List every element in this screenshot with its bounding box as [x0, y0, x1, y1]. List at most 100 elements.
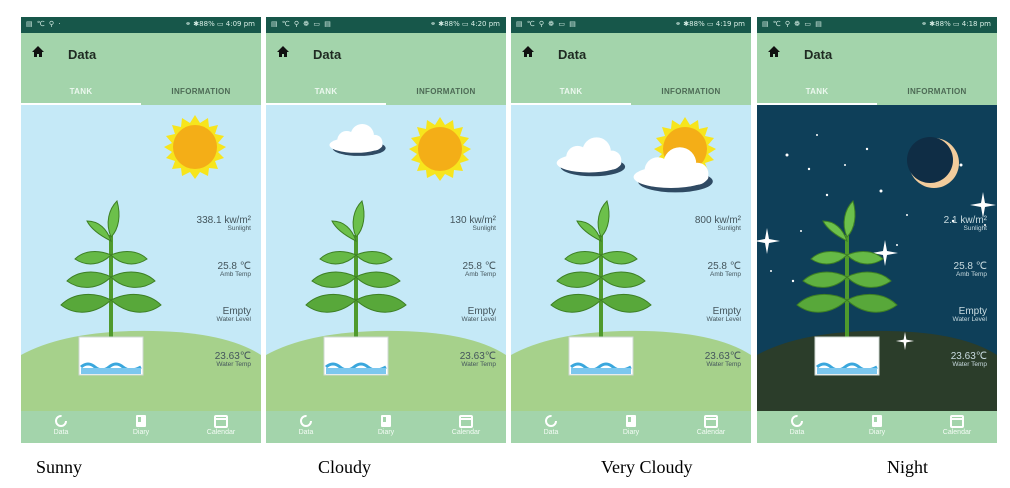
caption-cloudy: Cloudy [318, 457, 372, 477]
nav-data-label: Data [543, 429, 559, 436]
amb-temp-reading: 25.8 ℃ Amb Temp [708, 261, 741, 278]
app-header: Data [266, 33, 506, 85]
nav-calendar[interactable]: Calendar [681, 414, 741, 436]
nav-diary[interactable]: Diary [847, 414, 907, 436]
tank-scene: 800 kw/m² Sunlight 25.8 ℃ Amb Temp Empty… [511, 105, 751, 411]
amb-temp-reading: 25.8 ℃ Amb Temp [218, 261, 251, 278]
home-icon[interactable] [767, 45, 781, 58]
status-icons-left: ▤ ℃ ⚲ · [26, 20, 62, 28]
page-title: Data [558, 47, 587, 62]
tab-tank[interactable]: TANK [511, 85, 631, 105]
book-icon [136, 415, 146, 427]
tab-tank[interactable]: TANK [266, 85, 386, 105]
water-temp-label: Water Temp [952, 361, 987, 368]
nav-calendar-label: Calendar [206, 429, 236, 436]
nav-diary-label: Diary [377, 429, 395, 436]
nav-diary-label: Diary [622, 429, 640, 436]
nav-data-label: Data [53, 429, 69, 436]
app-header: Data [511, 33, 751, 85]
water-level-reading: Empty Water Level [217, 306, 251, 323]
status-icons-right: ⚭ ✱88% ▭ 4:09 pm [185, 20, 255, 28]
amb-temp-reading: 25.8 ℃ Amb Temp [954, 261, 987, 278]
tank-scene: 130 kw/m² Sunlight 25.8 ℃ Amb Temp Empty… [266, 105, 506, 411]
book-icon [381, 415, 391, 427]
tab-information[interactable]: INFORMATION [631, 85, 751, 105]
app-header: Data [757, 33, 997, 85]
bottom-nav: Data Diary Calendar [757, 411, 997, 443]
page-title: Data [68, 47, 97, 62]
water-temp-label: Water Temp [706, 361, 741, 368]
tank-scene: 2.1 kw/m² Sunlight 25.8 ℃ Amb Temp Empty… [757, 105, 997, 411]
data-ring-icon [791, 415, 803, 427]
page-title: Data [313, 47, 342, 62]
nav-diary[interactable]: Diary [356, 414, 416, 436]
home-icon[interactable] [276, 45, 290, 58]
water-level-label: Water Level [461, 316, 496, 323]
amb-temp-label: Amb Temp [956, 271, 987, 278]
caption-very-cloudy: Very Cloudy [601, 457, 693, 477]
sunlight-reading: 130 kw/m² Sunlight [450, 215, 496, 232]
status-icons-right: ⚭ ✱88% ▭ 4:20 pm [430, 20, 500, 28]
tab-information[interactable]: INFORMATION [877, 85, 997, 105]
status-icons-right: ⚭ ✱88% ▭ 4:19 pm [675, 20, 745, 28]
nav-diary[interactable]: Diary [111, 414, 171, 436]
nav-calendar[interactable]: Calendar [927, 414, 987, 436]
nav-diary[interactable]: Diary [601, 414, 661, 436]
calendar-icon [950, 415, 964, 428]
home-icon[interactable] [521, 45, 535, 58]
bottom-nav: Data Diary Calendar [21, 411, 261, 443]
sunlight-label: Sunlight [717, 225, 742, 232]
sunlight-reading: 2.1 kw/m² Sunlight [944, 215, 987, 232]
caption-sunny: Sunny [36, 457, 83, 477]
calendar-icon [214, 415, 228, 428]
phone-screen-cloudy: ▤ ℃ ⚲ ❁ ▭ ▤ ⚭ ✱88% ▭ 4:20 pm Data TANK I… [266, 17, 506, 443]
status-bar: ▤ ℃ ⚲ ❁ ▭ ▤ ⚭ ✱88% ▭ 4:20 pm [266, 17, 506, 33]
nav-data[interactable]: Data [521, 414, 581, 436]
nav-data-label: Data [298, 429, 314, 436]
sunlight-label: Sunlight [472, 225, 497, 232]
nav-calendar-label: Calendar [451, 429, 481, 436]
nav-data-label: Data [789, 429, 805, 436]
tab-bar: TANK INFORMATION [511, 85, 751, 105]
status-bar: ▤ ℃ ⚲ ❁ ▭ ▤ ⚭ ✱88% ▭ 4:18 pm [757, 17, 997, 33]
amb-temp-label: Amb Temp [710, 271, 741, 278]
nav-calendar-label: Calendar [942, 429, 972, 436]
tab-information[interactable]: INFORMATION [386, 85, 506, 105]
status-icons-left: ▤ ℃ ⚲ ❁ ▭ ▤ [271, 20, 332, 28]
nav-calendar[interactable]: Calendar [191, 414, 251, 436]
water-level-reading: Empty Water Level [953, 306, 987, 323]
amb-temp-reading: 25.8 ℃ Amb Temp [463, 261, 496, 278]
data-ring-icon [55, 415, 67, 427]
tab-tank[interactable]: TANK [21, 85, 141, 105]
water-temp-label: Water Temp [461, 361, 496, 368]
bottom-nav: Data Diary Calendar [266, 411, 506, 443]
nav-diary-label: Diary [132, 429, 150, 436]
status-icons-left: ▤ ℃ ⚲ ❁ ▭ ▤ [762, 20, 823, 28]
amb-temp-label: Amb Temp [220, 271, 251, 278]
water-level-label: Water Level [706, 316, 741, 323]
water-temp-reading: 23.63℃ Water Temp [460, 351, 496, 368]
page-title: Data [804, 47, 833, 62]
calendar-icon [704, 415, 718, 428]
phone-screen-night: ▤ ℃ ⚲ ❁ ▭ ▤ ⚭ ✱88% ▭ 4:18 pm Data TANK I… [757, 17, 997, 443]
tab-tank[interactable]: TANK [757, 85, 877, 105]
bottom-nav: Data Diary Calendar [511, 411, 751, 443]
nav-data[interactable]: Data [31, 414, 91, 436]
phone-screen-very-cloudy: ▤ ℃ ⚲ ❁ ▭ ▤ ⚭ ✱88% ▭ 4:19 pm Data TANK I… [511, 17, 751, 443]
nav-data[interactable]: Data [276, 414, 336, 436]
water-level-reading: Empty Water Level [707, 306, 741, 323]
tab-bar: TANK INFORMATION [21, 85, 261, 105]
home-icon[interactable] [31, 45, 45, 58]
tab-information[interactable]: INFORMATION [141, 85, 261, 105]
nav-calendar-label: Calendar [696, 429, 726, 436]
calendar-icon [459, 415, 473, 428]
app-header: Data [21, 33, 261, 85]
water-temp-reading: 23.63℃ Water Temp [215, 351, 251, 368]
status-bar: ▤ ℃ ⚲ ❁ ▭ ▤ ⚭ ✱88% ▭ 4:19 pm [511, 17, 751, 33]
sunlight-label: Sunlight [227, 225, 252, 232]
water-level-label: Water Level [952, 316, 987, 323]
nav-data[interactable]: Data [767, 414, 827, 436]
nav-calendar[interactable]: Calendar [436, 414, 496, 436]
water-level-label: Water Level [216, 316, 251, 323]
water-temp-label: Water Temp [216, 361, 251, 368]
